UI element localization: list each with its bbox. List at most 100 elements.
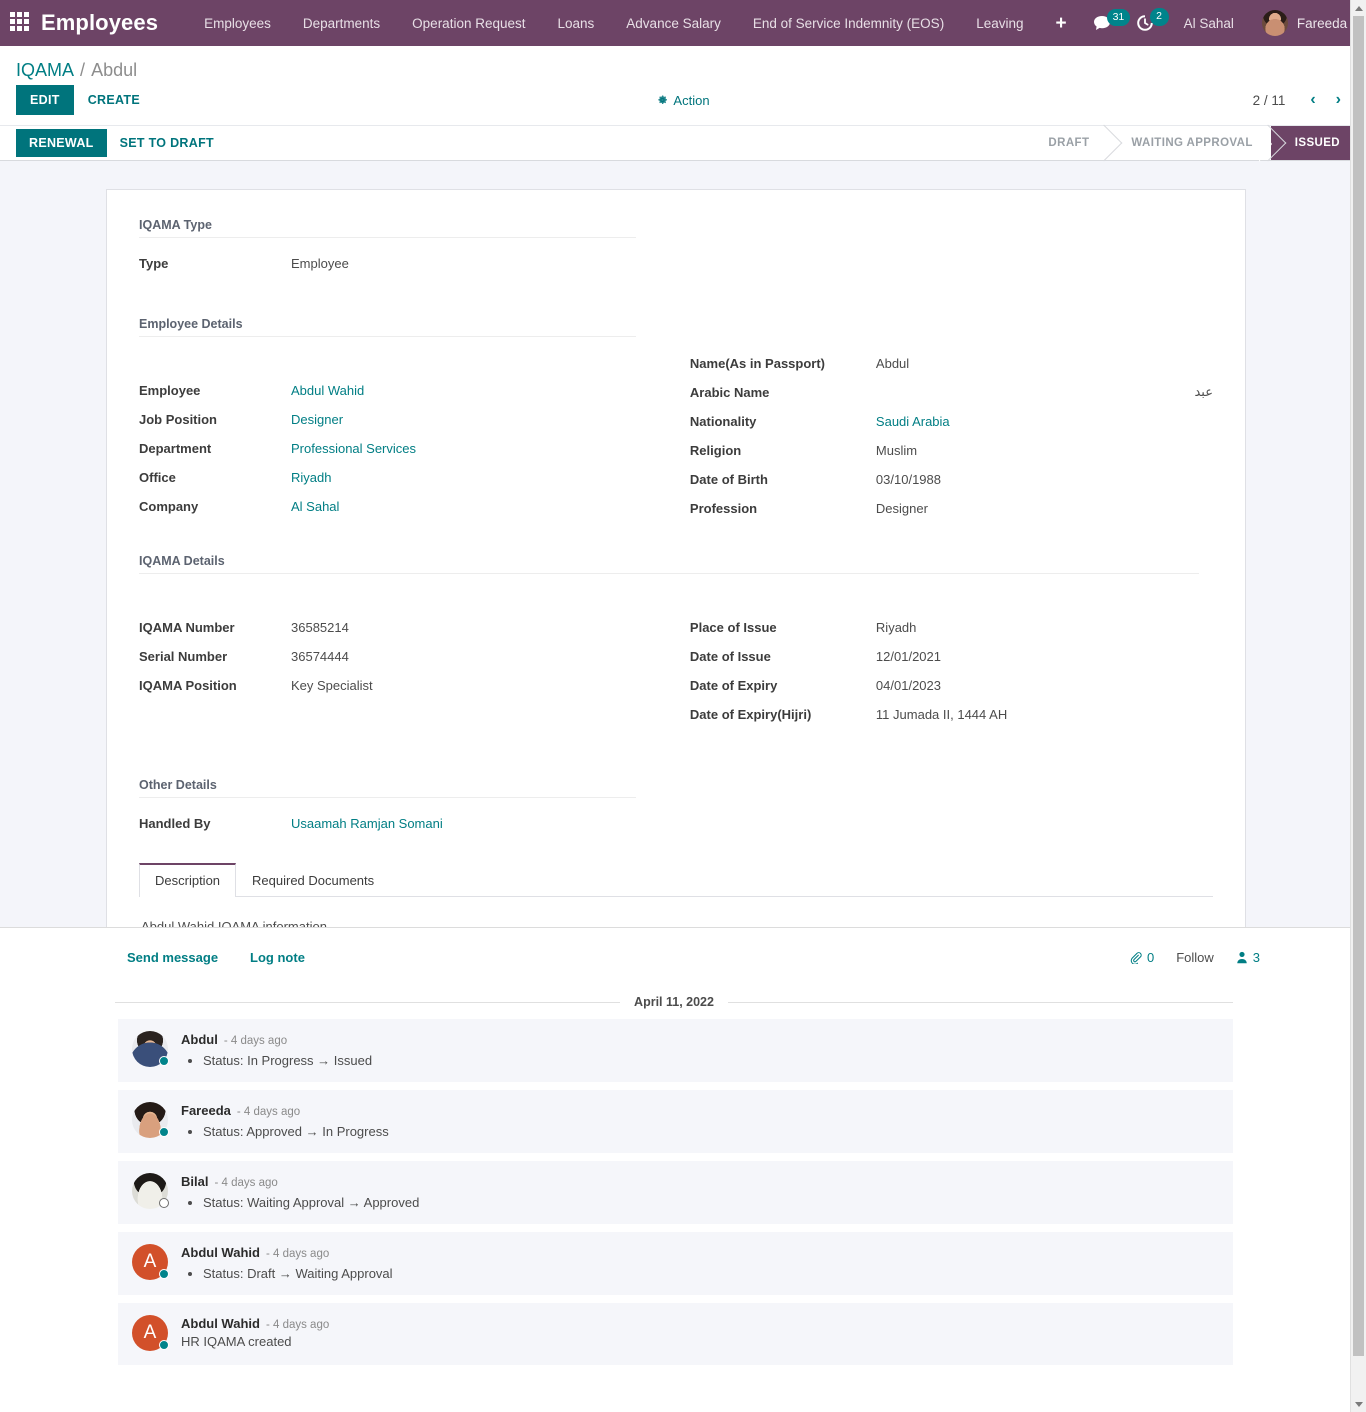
create-button[interactable]: CREATE [74, 85, 154, 115]
message-item: Fareeda - 4 days ago Status: Approved → … [118, 1090, 1233, 1153]
tab-description[interactable]: Description [139, 863, 237, 897]
field-value-passport-name: Abdul [875, 356, 910, 371]
field-row: Type Employee [139, 252, 636, 281]
menu-item-eos[interactable]: End of Service Indemnity (EOS) [737, 10, 960, 37]
message-text: Status: Approved → In Progress [203, 1124, 1219, 1139]
app-brand-title[interactable]: Employees [41, 10, 158, 36]
status-dot-online [159, 1269, 169, 1279]
field-row: Handled By Usaamah Ramjan Somani [139, 812, 636, 841]
chatter-toolbar: Send message Log note 0 Follow 3 [0, 950, 1366, 965]
avatar: A [132, 1315, 169, 1351]
menu-item-advance-salary[interactable]: Advance Salary [610, 10, 737, 37]
field-label-job-position: Job Position [139, 412, 217, 427]
control-panel-buttons: EDIT CREATE Action 2 / 11 ‹ › [0, 85, 1366, 125]
group-iqama-details: IQAMA Details [139, 554, 1213, 588]
company-switcher[interactable]: Al Sahal [1168, 10, 1250, 37]
renewal-button[interactable]: RENEWAL [16, 129, 107, 157]
field-value-place-of-issue: Riyadh [875, 620, 917, 635]
messages-button[interactable]: 31 [1083, 8, 1131, 36]
field-value-serial-number: 36574444 [291, 649, 349, 664]
menu-item-departments[interactable]: Departments [287, 10, 396, 37]
status-dot-online [159, 1056, 169, 1066]
message-header: Abdul - 4 days ago [181, 1032, 1219, 1047]
control-panel: IQAMA / Abdul EDIT CREATE Action 2 / 11 … [0, 46, 1366, 162]
group-title-iqama-details: IQAMA Details [139, 554, 1199, 574]
field-value-company[interactable]: Al Sahal [291, 499, 339, 514]
field-value-nationality[interactable]: Saudi Arabia [876, 414, 950, 429]
field-value-handled-by[interactable]: Usaamah Ramjan Somani [291, 816, 443, 831]
field-row: Profession Designer [690, 497, 1213, 526]
apps-grid-icon[interactable] [10, 12, 29, 34]
message-author[interactable]: Abdul [181, 1032, 218, 1047]
menu-item-operation-request[interactable]: Operation Request [396, 10, 541, 37]
separator-line-right [727, 1001, 1234, 1003]
attachments-button[interactable]: 0 [1129, 950, 1154, 965]
field-label-type: Type [139, 256, 169, 271]
field-value-department[interactable]: Professional Services [291, 441, 416, 456]
employee-details-left-fields: Employee Abdul Wahid Job Position Design… [139, 379, 636, 524]
message-item: A Abdul Wahid - 4 days ago Status: Draft… [118, 1232, 1233, 1295]
message-body: Bilal - 4 days ago Status: Waiting Appro… [181, 1173, 1219, 1210]
field-value-job-position[interactable]: Designer [291, 412, 343, 427]
message-timestamp: - 4 days ago [236, 1106, 301, 1118]
employee-details-right-fields: Name(As in Passport) Abdul Arabic Name ع… [690, 352, 1213, 526]
message-timestamp: - 4 days ago [265, 1248, 330, 1260]
field-row: Company Al Sahal [139, 495, 636, 524]
followers-button[interactable]: 3 [1236, 950, 1260, 965]
message-item: Bilal - 4 days ago Status: Waiting Appro… [118, 1161, 1233, 1224]
main-menu: Employees Departments Operation Request … [188, 10, 1083, 37]
field-label-employee: Employee [139, 383, 201, 398]
message-text: Status: Waiting Approval → Approved [203, 1195, 1219, 1210]
follow-button[interactable]: Follow [1176, 950, 1214, 965]
statusbar-row: RENEWAL SET TO DRAFT DRAFT WAITING APPRO… [0, 125, 1366, 162]
menu-item-leaving[interactable]: Leaving [960, 10, 1039, 37]
field-value-date-of-issue: 12/01/2021 [875, 649, 941, 664]
date-separator-label: April 11, 2022 [634, 995, 714, 1009]
group-employee-details: Employee Details Employee Abdul Wahid Jo… [139, 317, 1213, 526]
tab-required-documents[interactable]: Required Documents [236, 863, 390, 897]
page-vertical-scrollbar[interactable] [1350, 0, 1366, 1412]
field-label-handled-by: Handled By [139, 816, 211, 831]
iqama-details-right-fields: Place of Issue Riyadh Date of Issue 12/0… [690, 616, 1213, 732]
menu-item-employees[interactable]: Employees [188, 10, 287, 37]
send-message-button[interactable]: Send message [127, 950, 218, 965]
iqama-details-left-fields: IQAMA Number 36585214 Serial Number 3657… [139, 616, 636, 703]
field-label-company: Company [139, 499, 199, 514]
field-value-office[interactable]: Riyadh [291, 470, 331, 485]
description-text: Abdul Wahid IQAMA information [141, 919, 327, 927]
breadcrumb-root[interactable]: IQAMA [16, 60, 73, 80]
edit-button[interactable]: EDIT [16, 85, 74, 115]
breadcrumb-current: Abdul [91, 60, 138, 80]
activities-button[interactable]: 2 [1126, 8, 1169, 36]
action-menu-label: Action [673, 92, 710, 108]
user-menu[interactable]: Fareeda [1250, 6, 1353, 40]
message-author[interactable]: Abdul Wahid [181, 1245, 260, 1260]
page-scroll-up-button[interactable] [1351, 0, 1366, 16]
pager-next-button[interactable]: › [1327, 90, 1350, 110]
date-separator: April 11, 2022 [115, 995, 1234, 1009]
menu-item-loans[interactable]: Loans [542, 10, 611, 37]
page-scroll-down-button[interactable] [1351, 1396, 1366, 1412]
field-value-employee[interactable]: Abdul Wahid [291, 383, 364, 398]
message-author[interactable]: Abdul Wahid [181, 1316, 260, 1331]
status-waiting-approval[interactable]: WAITING APPROVAL [1107, 126, 1271, 160]
add-menu-button[interactable]: + [1039, 10, 1082, 37]
navbar-right-section: 31 2 Al Sahal Fareeda [1083, 6, 1354, 40]
pager-previous-button[interactable]: ‹ [1301, 90, 1324, 110]
message-author[interactable]: Bilal [181, 1174, 208, 1189]
action-menu-button[interactable]: Action [656, 92, 710, 108]
iqama-details-rows: IQAMA Number 36585214 Serial Number 3657… [139, 616, 1213, 732]
log-note-button[interactable]: Log note [250, 950, 305, 965]
set-to-draft-button[interactable]: SET TO DRAFT [107, 129, 227, 157]
message-timestamp: - 4 days ago [214, 1177, 278, 1189]
pager: 2 / 11 ‹ › [1253, 90, 1350, 110]
status-draft[interactable]: DRAFT [1024, 126, 1108, 160]
message-text: HR IQAMA created [181, 1334, 292, 1349]
separator-line-left [115, 1001, 621, 1003]
field-value-date-of-expiry: 04/01/2023 [875, 678, 941, 693]
form-sheet: IQAMA Type Type Employee Employee Detail… [106, 189, 1246, 927]
message-timestamp: - 4 days ago [223, 1035, 288, 1047]
page-scroll-thumb[interactable] [1353, 16, 1364, 1356]
message-author[interactable]: Fareeda [181, 1103, 231, 1118]
breadcrumb-separator: / [80, 60, 86, 80]
